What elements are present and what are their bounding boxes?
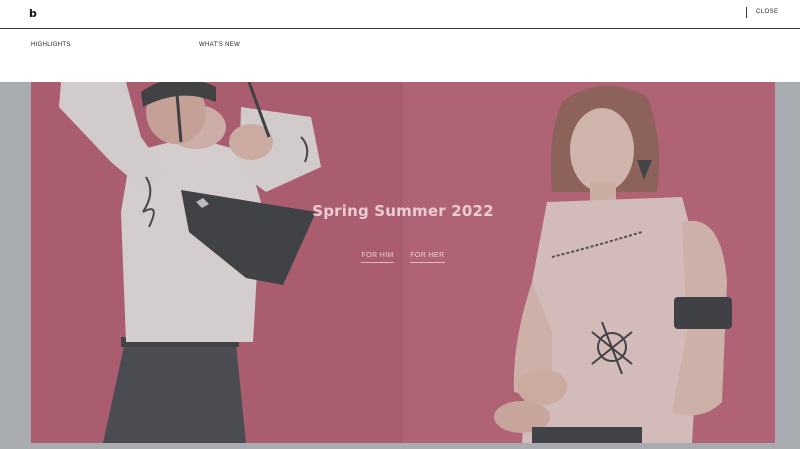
for-her-link[interactable]: FOR HER (410, 252, 445, 263)
menu-panel: b CLOSE HIGHLIGHTS WHAT'S NEW (0, 0, 800, 82)
nav-whats-new[interactable]: WHAT'S NEW (199, 42, 240, 48)
hero-title: Spring Summer 2022 (312, 202, 494, 220)
nav-highlights[interactable]: HIGHLIGHTS (31, 42, 71, 48)
hero-banner: Spring Summer 2022 FOR HIM FOR HER (31, 82, 775, 443)
close-button[interactable]: CLOSE (756, 9, 778, 15)
hero-links: FOR HIM FOR HER (31, 244, 775, 263)
for-him-link[interactable]: FOR HIM (361, 252, 394, 263)
brand-logo[interactable]: b (29, 7, 37, 20)
close-divider (746, 7, 747, 18)
menu-divider (0, 28, 800, 29)
